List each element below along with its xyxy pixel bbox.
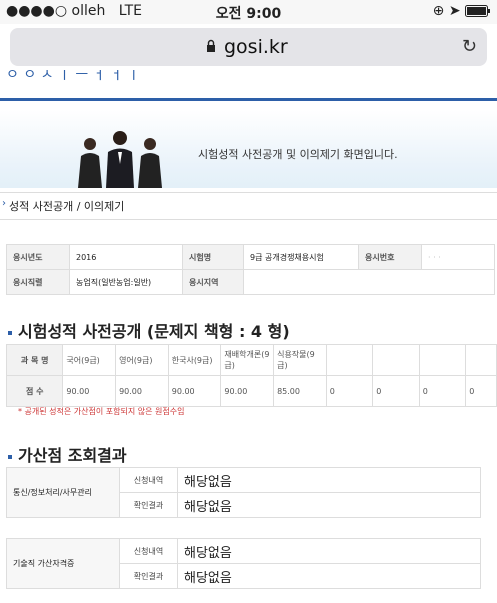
place-label: 응시지역 (182, 269, 244, 295)
status-icons: ⊕ ➤ (433, 3, 491, 19)
table-row: 점 수 90.00 90.00 90.00 90.00 85.00 0 0 0 0 (5, 375, 497, 407)
subject-cell (418, 344, 467, 376)
section-marker-icon (8, 454, 12, 459)
orientation-lock-icon: ⊕ (432, 3, 445, 19)
score-section-title: 시험성적 사전공개 (문제지 책형 : 4 형) (8, 318, 290, 342)
page-header-title: ㅇ ㅇ ㅅ ㅣ ㅡ ㅓ ㅓ ㅣ (6, 70, 141, 83)
subject-cell (372, 344, 420, 376)
table-row: 통신/정보처리/사무관리 신청내역 해당없음 (6, 467, 481, 518)
location-arrow-icon: ➤ (448, 3, 461, 19)
subject-header: 과 목 명 (5, 344, 64, 376)
score-cell: 90.00 (115, 375, 169, 407)
confirm-value: 해당없음 (177, 492, 481, 518)
section-marker-icon (8, 330, 12, 335)
breadcrumb-arrow-icon: › (2, 198, 6, 209)
job-value: 농업직(일반농업:일반) (69, 269, 183, 295)
score-table: 과 목 명 국어(9급) 영어(9급) 한국사(9급) 재배학개론(9급) 식용작물(9… (5, 344, 497, 407)
subject-cell (325, 344, 374, 376)
score-cell: 0 (325, 375, 374, 407)
bonus-category: 기술직 가산자격증 (6, 538, 120, 589)
confirm-label: 확인결과 (119, 563, 178, 589)
subject-cell: 재배학개론(9급) (220, 344, 275, 376)
bonus-section-title: 가산점 조회결과 (8, 442, 127, 466)
bonus-table-1: 통신/정보처리/사무관리 신청내역 해당없음 확인결과 해당없음 (6, 467, 481, 518)
battery-icon (465, 5, 490, 17)
subject-cell: 영어(9급) (115, 344, 169, 376)
reload-icon[interactable]: ↻ (462, 36, 477, 57)
request-label: 신청내역 (119, 467, 178, 493)
status-time: 오전 9:00 (215, 6, 282, 22)
banner: 시험성적 사전공개 및 이의제기 화면입니다. (0, 110, 497, 188)
score-cell: 85.00 (273, 375, 327, 407)
table-row: 과 목 명 국어(9급) 영어(9급) 한국사(9급) 재배학개론(9급) 식용작물(9… (5, 344, 497, 376)
year-label: 응시년도 (6, 244, 70, 270)
score-cell: 90.00 (220, 375, 275, 407)
status-bar: ●●●●○ olleh LTE 오전 9:00 ⊕ ➤ (0, 0, 497, 24)
table-row: 응시직렬 농업직(일반농업:일반) 응시지역 (6, 269, 495, 295)
bonus-category: 통신/정보처리/사무관리 (6, 467, 120, 518)
table-row: 기술직 가산자격증 신청내역 해당없음 (6, 538, 481, 589)
score-cell: 0 (372, 375, 420, 407)
subject-cell: 국어(9급) (62, 344, 117, 376)
bonus-table-2: 기술직 가산자격증 신청내역 해당없음 확인결과 해당없음 (6, 538, 481, 589)
table-row: 응시년도 2016 시험명 9급 공개경쟁채용시험 응시번호 · · · (6, 244, 495, 270)
exam-value: 9급 공개경쟁채용시험 (243, 244, 359, 270)
request-value: 해당없음 (177, 538, 481, 564)
year-value: 2016 (69, 244, 183, 270)
banner-message: 시험성적 사전공개 및 이의제기 화면입니다. (198, 148, 398, 161)
subject-cell: 한국사(9급) (167, 344, 222, 376)
confirm-label: 확인결과 (119, 492, 178, 518)
page-header: ㅇ ㅇ ㅅ ㅣ ㅡ ㅓ ㅓ ㅣ (0, 70, 497, 101)
request-value: 해당없음 (177, 467, 481, 493)
number-label: 응시번호 (358, 244, 422, 270)
number-value: · · · (421, 244, 495, 270)
score-cell: 0 (465, 375, 497, 407)
breadcrumb-label: 성적 사전공개 / 이의제기 (9, 200, 125, 213)
request-label: 신청내역 (119, 538, 178, 564)
score-cell: 0 (418, 375, 467, 407)
people-illustration (78, 131, 162, 188)
score-note: * 공개된 성적은 가산점이 포함되지 않은 원점수임 (18, 407, 185, 416)
place-value (243, 269, 495, 295)
job-label: 응시직렬 (6, 269, 70, 295)
subject-cell: 식용작물(9급) (273, 344, 327, 376)
url-text[interactable]: gosi.kr (224, 36, 288, 58)
applicant-info-table: 응시년도 2016 시험명 9급 공개경쟁채용시험 응시번호 · · · 응시직… (6, 244, 495, 295)
exam-label: 시험명 (182, 244, 244, 270)
address-bar[interactable]: gosi.kr ↻ (10, 28, 487, 66)
score-cell: 90.00 (62, 375, 117, 407)
confirm-value: 해당없음 (177, 563, 481, 589)
subject-cell (465, 344, 497, 376)
score-header: 점 수 (5, 375, 64, 407)
lock-icon (207, 39, 215, 52)
breadcrumb: › 성적 사전공개 / 이의제기 (0, 192, 497, 220)
score-cell: 90.00 (167, 375, 222, 407)
